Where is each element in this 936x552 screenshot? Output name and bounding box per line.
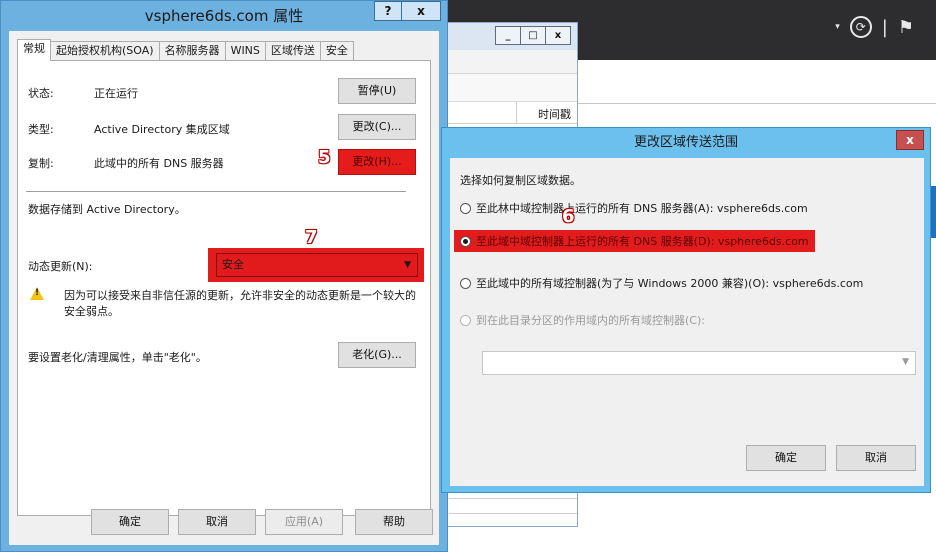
flag-icon[interactable]: ⚑ [898,17,914,38]
storage-info-text: 数据存储到 Active Directory。 [28,203,186,216]
tab-name-servers[interactable]: 名称服务器 [158,41,226,61]
header-tools: ▾ ⟳ | ⚑ [835,16,914,38]
option-label: 至此域中的所有域控制器(为了与 Windows 2000 兼容)(O): vsp… [476,277,864,290]
radio-button[interactable] [460,277,471,289]
change-replication-button[interactable]: 更改(H)... [338,149,416,175]
replication-label: 复制: [28,157,54,170]
status-value: 正在运行 [94,87,138,100]
content-divider [576,103,936,104]
tab-security[interactable]: 安全 [319,41,354,61]
dialog-client: 常规 起始授权机构(SOA) 名称服务器 WINS 区域传送 安全 状态: 正在… [9,31,439,545]
pause-button[interactable]: 暂停(U) [338,78,416,104]
aging-button[interactable]: 老化(G)... [338,342,416,368]
refresh-icon[interactable]: ⟳ [849,16,872,38]
dynamic-update-select[interactable]: 安全 ▼ [216,253,418,277]
option-label: 至此林中域控制器上运行的所有 DNS 服务器(A): vsphere6ds.co… [476,202,808,215]
general-tab-panel: 状态: 正在运行 暂停(U) 类型: Active Directory 集成区域… [17,60,431,516]
option-forest-dns[interactable]: 至此林中域控制器上运行的所有 DNS 服务器(A): vsphere6ds.co… [460,200,808,216]
step-5-marker: 5 [318,147,331,168]
close-button[interactable]: x [896,130,924,150]
replication-value: 此域中的所有 DNS 服务器 [94,157,224,170]
radio-button[interactable] [460,235,471,247]
status-line [449,513,577,514]
warning-text-line1: 因为可以接受来自非信任源的更新，允许非安全的动态更新是一个较大的 [64,289,416,302]
dns-manager-titlebar: _ □ x [441,23,577,50]
cancel-button[interactable]: 取消 [178,509,256,535]
step-7-marker: 7 [305,227,318,248]
timestamp-column-header[interactable]: 时间戳 [538,106,571,122]
tab-strip: 常规 起始授权机构(SOA) 名称服务器 WINS 区域传送 安全 [17,39,354,61]
close-title-button[interactable]: x [401,1,441,21]
help-title-button[interactable]: ? [374,1,402,21]
radio-button[interactable] [460,202,471,214]
dropdown-caret-icon[interactable]: ▾ [835,22,840,32]
zone-properties-dialog: vsphere6ds.com 属性 ? x 常规 起始授权机构(SOA) 名称服… [0,0,448,552]
tab-general[interactable]: 常规 [17,39,51,61]
close-button[interactable]: x [545,26,571,45]
scope-prompt: 选择如何复制区域数据。 [460,174,581,187]
tool-bar [441,74,577,102]
apply-button[interactable]: 应用(A) [265,509,343,535]
option-all-domain-controllers[interactable]: 至此域中的所有域控制器(为了与 Windows 2000 兼容)(O): vsp… [460,275,863,291]
toolbar-separator: | [881,16,888,38]
section-divider [26,191,406,192]
type-value: Active Directory 集成区域 [94,123,230,136]
aging-info-text: 要设置老化/清理属性，单击"老化"。 [28,351,207,364]
cancel-button[interactable]: 取消 [836,445,916,471]
list-header: 时间戳 [441,102,577,124]
change-replication-scope-dialog: 更改区域传送范围 x 选择如何复制区域数据。 至此林中域控制器上运行的所有 DN… [441,127,931,493]
chevron-down-icon: ▼ [902,357,909,367]
dialog-title: 更改区域传送范围 [633,135,738,150]
warning-icon: ! [30,287,44,300]
option-directory-partition[interactable]: 到在此目录分区的作用域内的所有域控制器(C): [460,312,705,328]
option-label: 到在此目录分区的作用域内的所有域控制器(C): [476,314,705,327]
tab-wins[interactable]: WINS [224,41,266,61]
status-label: 状态: [28,87,54,100]
ok-button[interactable]: 确定 [91,509,169,535]
chevron-down-icon: ▼ [404,260,411,270]
status-line [449,498,577,499]
tab-zone-transfers[interactable]: 区域传送 [264,41,321,61]
ok-button[interactable]: 确定 [746,445,826,471]
minimize-button[interactable]: _ [495,26,521,45]
option-label: 至此域中域控制器上运行的所有 DNS 服务器(D): vsphere6ds.co… [476,235,809,248]
dynamic-update-selected: 安全 [222,258,244,271]
help-button[interactable]: 帮助 [355,509,433,535]
dynamic-update-label: 动态更新(N): [28,260,93,273]
type-label: 类型: [28,123,54,136]
warning-text-line2: 安全弱点。 [64,305,119,318]
maximize-button[interactable]: □ [520,26,546,45]
dialog-client: 选择如何复制区域数据。 至此林中域控制器上运行的所有 DNS 服务器(A): v… [450,158,924,486]
directory-partition-select[interactable]: ▼ [482,351,916,375]
radio-button[interactable] [460,314,471,326]
option-domain-dns[interactable]: 至此域中域控制器上运行的所有 DNS 服务器(D): vsphere6ds.co… [454,230,815,252]
change-type-button[interactable]: 更改(C)... [338,114,416,140]
tab-soa[interactable]: 起始授权机构(SOA) [50,41,160,61]
step-6-marker: 6 [562,206,575,227]
menu-bar [441,50,577,74]
